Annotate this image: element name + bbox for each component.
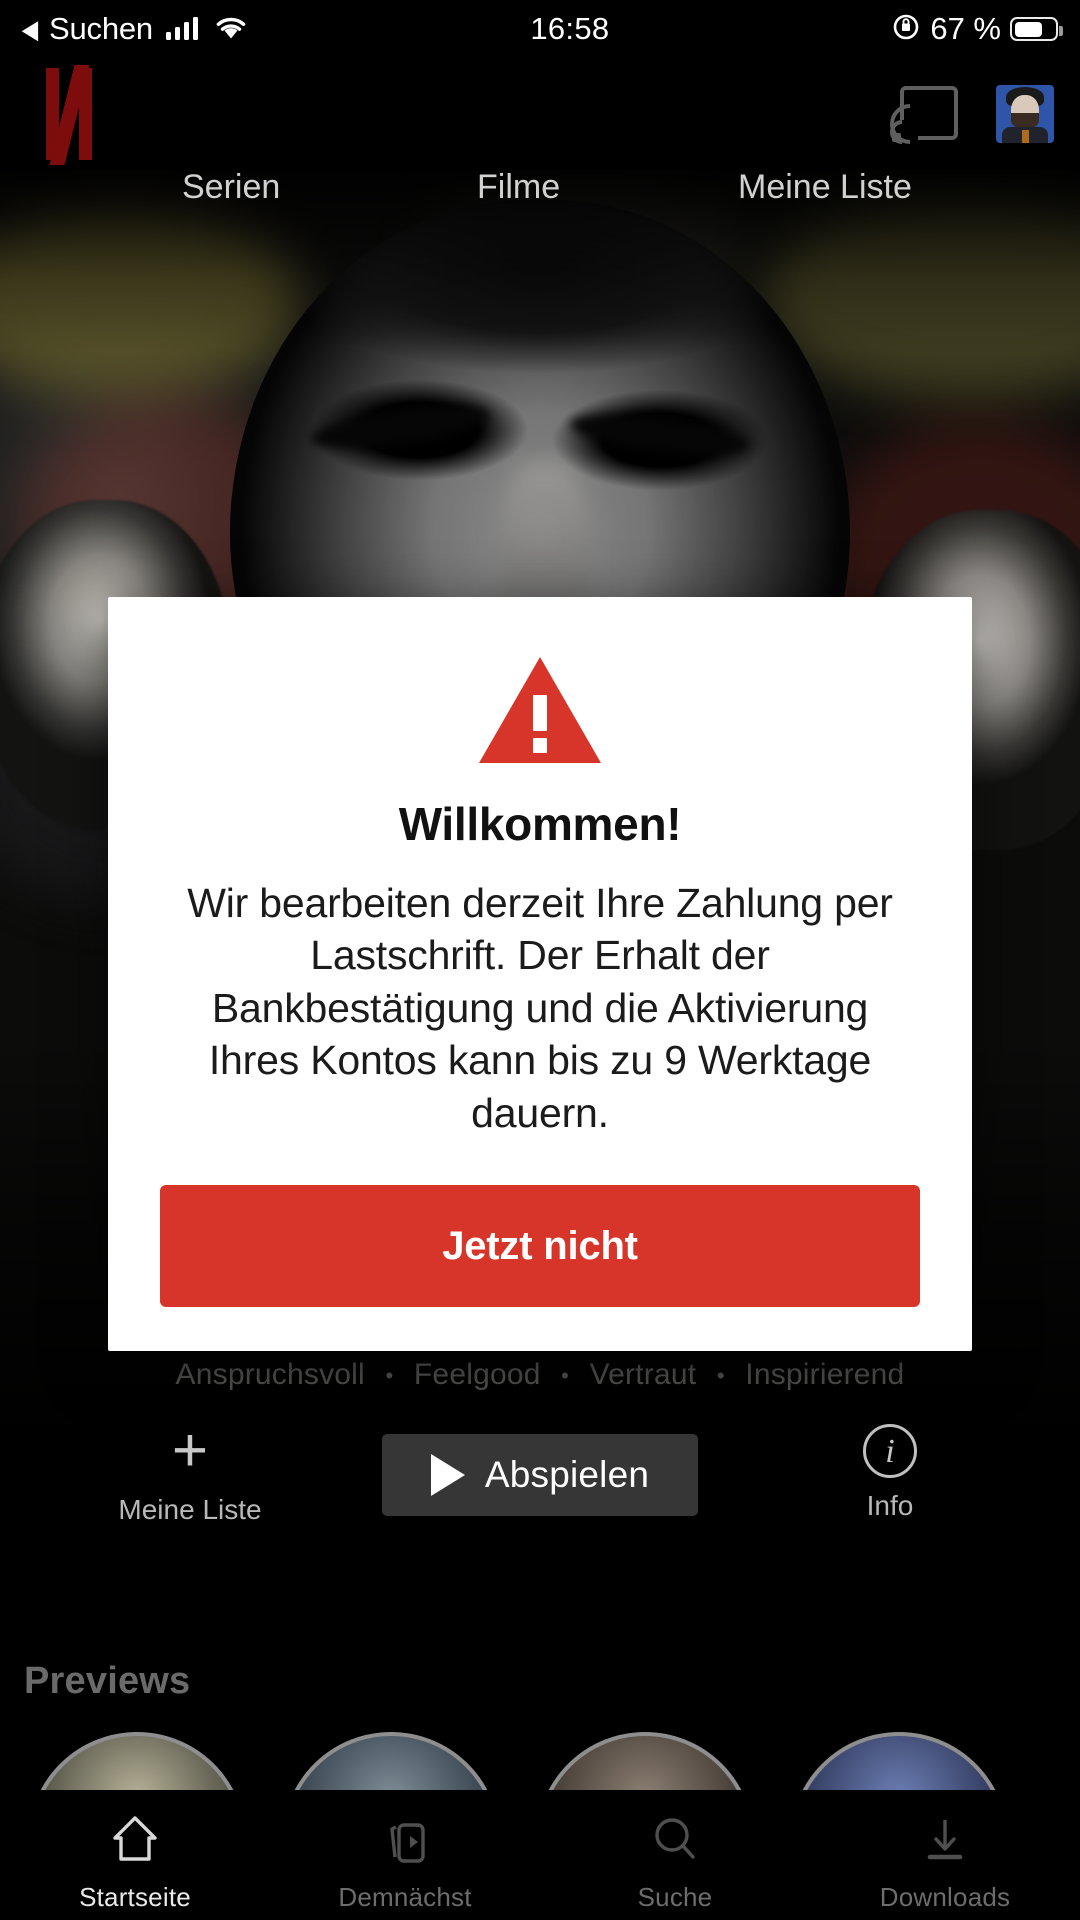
warning-triangle-icon bbox=[477, 655, 603, 767]
dismiss-button[interactable]: Jetzt nicht bbox=[160, 1185, 920, 1308]
welcome-payment-dialog: Willkommen! Wir bearbeiten derzeit Ihre … bbox=[108, 597, 972, 1352]
dialog-body-text: Wir bearbeiten derzeit Ihre Zahlung per … bbox=[187, 880, 893, 1136]
dialog-title: Willkommen! bbox=[398, 798, 682, 850]
netflix-app-screen: ◀ Suchen 16:58 67 % Serien Filme Meine L… bbox=[0, 0, 1080, 1920]
